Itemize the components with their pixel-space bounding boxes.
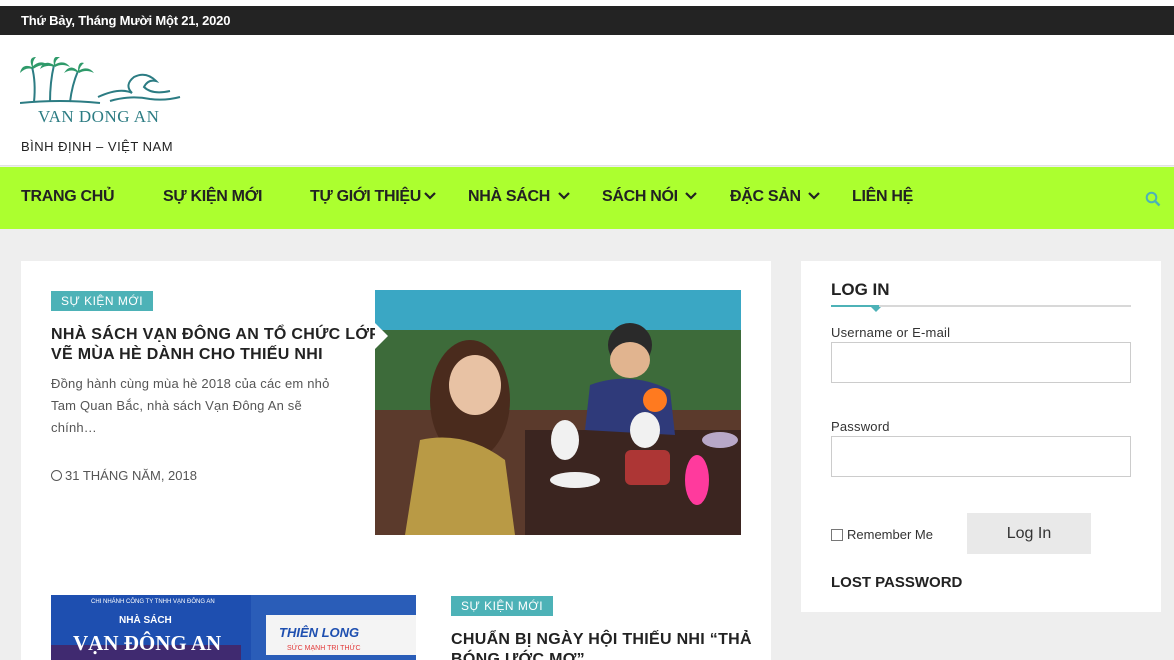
post-title[interactable]: CHUẨN BỊ NGÀY HỘI THIẾU NHI “THẢ BÓNG ƯỚ… — [451, 630, 752, 660]
password-label: Password — [831, 419, 890, 434]
thumbnail-pointer — [375, 323, 388, 349]
nav-item-contact[interactable]: LIÊN HỆ — [852, 188, 913, 206]
post-excerpt: Đồng hành cùng mùa hè 2018 của các em nh… — [51, 373, 330, 439]
palm-wave-logo-icon — [19, 56, 181, 104]
chevron-down-icon[interactable] — [807, 189, 821, 203]
post-thumbnail[interactable] — [375, 290, 741, 535]
post-title-line[interactable]: VẼ MÙA HÈ DÀNH CHO THIẾU NHI — [51, 345, 380, 365]
lost-password-link[interactable]: LOST PASSWORD — [831, 574, 962, 591]
widget-title-underline — [831, 305, 1131, 312]
post-date: 31 THÁNG NĂM, 2018 — [51, 468, 197, 483]
excerpt-line: Đồng hành cùng mùa hè 2018 của các em nh… — [51, 376, 330, 391]
clock-icon — [51, 470, 62, 481]
login-button[interactable]: Log In — [967, 513, 1091, 554]
nav-item-bookstore[interactable]: NHÀ SÁCH — [468, 188, 550, 206]
category-badge[interactable]: SỰ KIỆN MỚI — [451, 596, 554, 616]
sign-text: SỨC MẠNH TRI THỨC — [287, 645, 361, 652]
chevron-down-icon[interactable] — [557, 189, 571, 203]
top-bar: Thứ Bảy, Tháng Mười Một 21, 2020 — [0, 6, 1174, 35]
post-title-line[interactable]: BÓNG ƯỚC MƠ” — [451, 650, 752, 660]
nav-item-home[interactable]: TRANG CHỦ — [21, 188, 115, 206]
remember-checkbox[interactable] — [831, 528, 843, 541]
sign-text: VẠN ĐÔNG AN — [73, 631, 222, 655]
post-title[interactable]: NHÀ SÁCH VẠN ĐÔNG AN TỔ CHỨC LỚP VẼ MÙA … — [51, 325, 380, 365]
main-navigation: TRANG CHỦ SỰ KIỆN MỚI TỰ GIỚI THIỆU NHÀ … — [0, 167, 1174, 229]
username-label: Username or E-mail — [831, 325, 951, 340]
chevron-down-icon[interactable] — [423, 189, 437, 203]
login-widget: LOG IN Username or E-mail Password Remem… — [801, 261, 1161, 612]
nav-item-audiobooks[interactable]: SÁCH NÓI — [602, 188, 678, 206]
post-title-line[interactable]: NHÀ SÁCH VẠN ĐÔNG AN TỔ CHỨC LỚP — [51, 325, 380, 345]
remember-label: Remember Me — [847, 527, 933, 542]
password-field[interactable] — [831, 436, 1131, 477]
sign-text: THIÊN LONG — [279, 625, 360, 640]
current-date: Thứ Bảy, Tháng Mười Một 21, 2020 — [21, 13, 231, 28]
sign-text: NHÀ SÁCH — [119, 615, 172, 626]
site-logo[interactable]: VAN DONG AN — [19, 56, 182, 129]
widget-title: LOG IN — [831, 280, 890, 299]
post-thumbnail[interactable]: CHI NHÁNH CÔNG TY TNHH VẠN ĐÔNG AN NHÀ S… — [51, 595, 416, 660]
post-date-text: 31 THÁNG NĂM, 2018 — [65, 468, 197, 483]
username-field[interactable] — [831, 342, 1131, 383]
nav-item-about[interactable]: TỰ GIỚI THIỆU — [310, 188, 421, 206]
nav-item-specialties[interactable]: ĐẶC SẢN — [730, 188, 801, 206]
logo-text: VAN DONG AN — [38, 107, 160, 126]
children-painting-image — [375, 290, 741, 535]
search-icon[interactable] — [1145, 191, 1161, 207]
post-title-line[interactable]: CHUẨN BỊ NGÀY HỘI THIẾU NHI “THẢ — [451, 630, 752, 650]
remember-me[interactable]: Remember Me — [831, 527, 933, 542]
site-tagline: BÌNH ĐỊNH – VIỆT NAM — [21, 139, 174, 154]
excerpt-line: chính… — [51, 420, 98, 435]
nav-item-events[interactable]: SỰ KIỆN MỚI — [163, 188, 262, 206]
excerpt-line: Tam Quan Bắc, nhà sách Vạn Đông An sẽ — [51, 398, 302, 413]
category-badge[interactable]: SỰ KIỆN MỚI — [51, 291, 154, 311]
chevron-down-icon[interactable] — [684, 189, 698, 203]
post-list: SỰ KIỆN MỚI NHÀ SÁCH VẠN ĐÔNG AN TỔ CHỨC… — [21, 261, 771, 660]
sign-text: CHI NHÁNH CÔNG TY TNHH VẠN ĐÔNG AN — [91, 599, 215, 605]
site-header: VAN DONG AN BÌNH ĐỊNH – VIỆT NAM — [0, 35, 1174, 166]
